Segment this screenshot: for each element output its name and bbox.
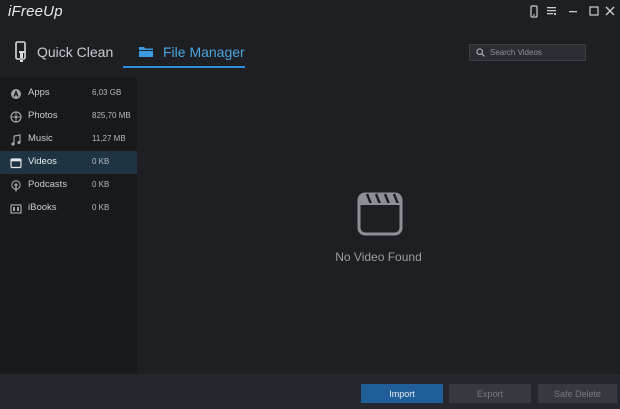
footer-bar: Import Export Safe Delete [0, 374, 620, 409]
sidebar-item-size: 0 KB [92, 180, 110, 189]
sidebar-item-size: 0 KB [92, 203, 110, 212]
tab-label: Quick Clean [37, 43, 114, 60]
sidebar-item-size: 11,27 MB [92, 134, 126, 143]
phone-brush-icon [14, 40, 28, 63]
main-content: No Video Found [137, 78, 620, 374]
clapperboard-icon [357, 191, 403, 242]
app-window: iFreeUp Quick Clean File Manager Search … [0, 0, 620, 409]
sidebar-item-label: Apps [28, 87, 50, 98]
sidebar-item-videos[interactable]: Videos 0 KB [0, 151, 137, 174]
sidebar-item-size: 825,70 MB [92, 111, 131, 120]
title-bar: iFreeUp [0, 0, 620, 26]
search-input[interactable] [490, 48, 580, 57]
sidebar-item-photos[interactable]: Photos 825,70 MB [0, 105, 137, 128]
tab-file-manager[interactable]: File Manager [123, 36, 245, 67]
tab-quick-clean[interactable]: Quick Clean [14, 36, 113, 67]
photos-icon [9, 110, 22, 123]
sidebar-item-label: iBooks [28, 202, 57, 213]
safe-delete-button[interactable]: Safe Delete [538, 384, 617, 403]
sidebar-item-label: Music [28, 133, 53, 144]
sidebar-item-size: 0 KB [92, 157, 110, 166]
tab-bar: Quick Clean File Manager [0, 36, 620, 68]
import-button[interactable]: Import [361, 384, 443, 403]
sidebar-item-podcasts[interactable]: Podcasts 0 KB [0, 174, 137, 197]
sidebar-item-size: 6,03 GB [92, 88, 122, 97]
podcasts-icon [9, 179, 22, 192]
app-title: iFreeUp [8, 3, 63, 20]
empty-state: No Video Found [137, 191, 620, 264]
ibooks-icon [9, 202, 22, 215]
apps-icon [9, 87, 22, 100]
menu-icon[interactable] [544, 3, 560, 19]
sidebar-item-music[interactable]: Music 11,27 MB [0, 128, 137, 151]
sidebar-item-label: Podcasts [28, 179, 68, 190]
sidebar-item-ibooks[interactable]: iBooks 0 KB [0, 197, 137, 220]
sidebar: Apps 6,03 GB Photos 825,70 MB Music 11,2… [0, 78, 137, 374]
export-button[interactable]: Export [449, 384, 531, 403]
sidebar-item-label: Videos [28, 156, 57, 167]
folder-icon [138, 45, 154, 58]
tab-label: File Manager [163, 43, 245, 60]
minimize-icon[interactable] [565, 3, 581, 19]
search-box[interactable] [469, 44, 586, 61]
music-icon [9, 133, 22, 146]
sidebar-item-apps[interactable]: Apps 6,03 GB [0, 82, 137, 105]
close-icon[interactable] [602, 3, 618, 19]
active-tab-indicator [123, 66, 245, 68]
empty-message: No Video Found [335, 250, 422, 264]
search-icon [476, 48, 485, 57]
device-icon[interactable] [526, 3, 542, 19]
maximize-icon[interactable] [586, 3, 602, 19]
videos-icon [9, 156, 22, 169]
sidebar-item-label: Photos [28, 110, 58, 121]
